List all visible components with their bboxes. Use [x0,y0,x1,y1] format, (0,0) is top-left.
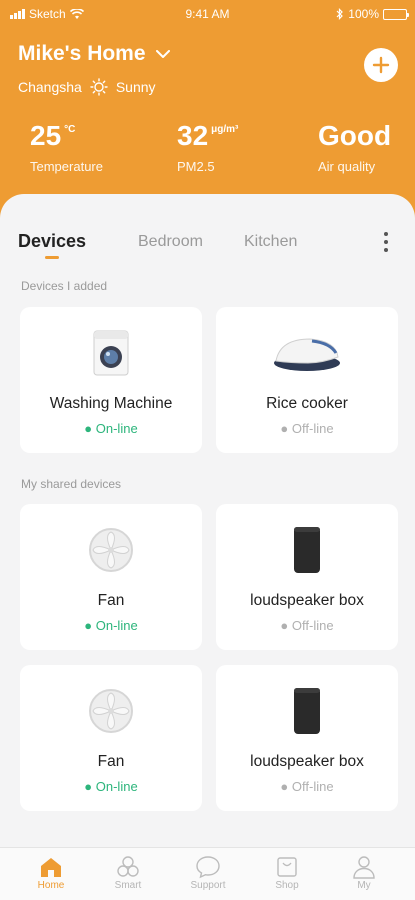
device-card-speaker[interactable]: loudspeaker box ● Off-line [216,665,398,811]
device-status: ● On-line [84,779,138,794]
device-status: ● Off-line [280,618,334,633]
device-card-fan[interactable]: Fan ● On-line [20,504,202,650]
battery-percent: 100% [348,7,379,21]
pm25-unit: μg/m³ [211,124,239,135]
status-right: 100% [336,7,409,21]
home-name: Mike's Home [18,42,146,65]
user-icon [353,856,375,879]
pm25-value: 32 [177,120,209,151]
home-icon [41,858,61,877]
stat-pm25: 32 μg/m³ PM2.5 [177,120,238,174]
support-icon [196,856,220,879]
shop-icon [277,857,297,877]
stat-air-quality: Good Air quality [318,120,391,174]
nav-my[interactable]: My [324,854,404,891]
status-bar: Sketch 9:41 AM 100% [0,7,415,23]
tab-devices[interactable]: Devices [18,231,86,252]
nav-label: Smart [114,880,142,891]
bottom-nav: Home Smart Support Shop My [0,847,415,900]
nav-label: My [357,880,371,891]
nav-home[interactable]: Home [11,854,91,891]
temperature-label: Temperature [30,159,103,174]
speaker-icon [294,688,320,734]
device-name: Fan [97,592,125,609]
device-name: loudspeaker box [250,592,364,609]
device-name: Washing Machine [49,395,173,412]
tab-indicator [45,256,59,259]
city-label: Changsha [18,79,82,95]
nav-support[interactable]: Support [168,854,248,891]
device-status: ● Off-line [280,779,334,794]
section-added-label: Devices I added [21,279,108,293]
tab-bedroom[interactable]: Bedroom [138,233,203,251]
chevron-down-icon [155,49,170,58]
weather-label: Sunny [115,79,156,95]
air-quality-label: Air quality [318,159,376,174]
tab-kitchen[interactable]: Kitchen [244,233,297,251]
fan-icon [89,689,133,733]
nav-label: Home [37,880,65,891]
nav-smart[interactable]: Smart [88,854,168,891]
temperature-value: 25 [30,120,62,151]
more-options-icon[interactable] [380,230,392,254]
device-status: ● On-line [84,618,138,633]
device-name: Rice cooker [266,395,348,412]
device-card-washing-machine[interactable]: Washing Machine ● On-line [20,307,202,453]
speaker-icon [294,527,320,573]
add-device-button[interactable] [364,48,398,82]
bluetooth-icon [336,8,344,20]
nav-shop[interactable]: Shop [247,854,327,891]
device-name: loudspeaker box [250,753,364,770]
section-shared-label: My shared devices [21,477,122,491]
pm25-label: PM2.5 [177,159,215,174]
fan-icon [89,528,133,572]
device-card-speaker[interactable]: loudspeaker box ● Off-line [216,504,398,650]
device-name: Fan [97,753,125,770]
device-status: ● On-line [84,421,138,436]
device-card-fan[interactable]: Fan ● On-line [20,665,202,811]
temperature-unit: °C [64,124,76,135]
device-card-rice-cooker[interactable]: Rice cooker ● Off-line [216,307,398,453]
battery-icon [383,8,409,20]
home-selector[interactable]: Mike's Home [18,42,170,66]
air-quality-value: Good [318,120,392,151]
sun-icon [90,78,108,96]
location-weather: Changsha Sunny [18,78,156,96]
nav-label: Support [190,880,226,891]
stat-temperature: 25 °C Temperature [30,120,103,174]
device-status: ● Off-line [280,421,334,436]
nav-label: Shop [275,880,299,891]
smart-icon [117,856,139,877]
plus-icon [372,56,390,74]
washing-machine-icon [93,330,129,376]
rice-cooker-icon [274,338,340,371]
